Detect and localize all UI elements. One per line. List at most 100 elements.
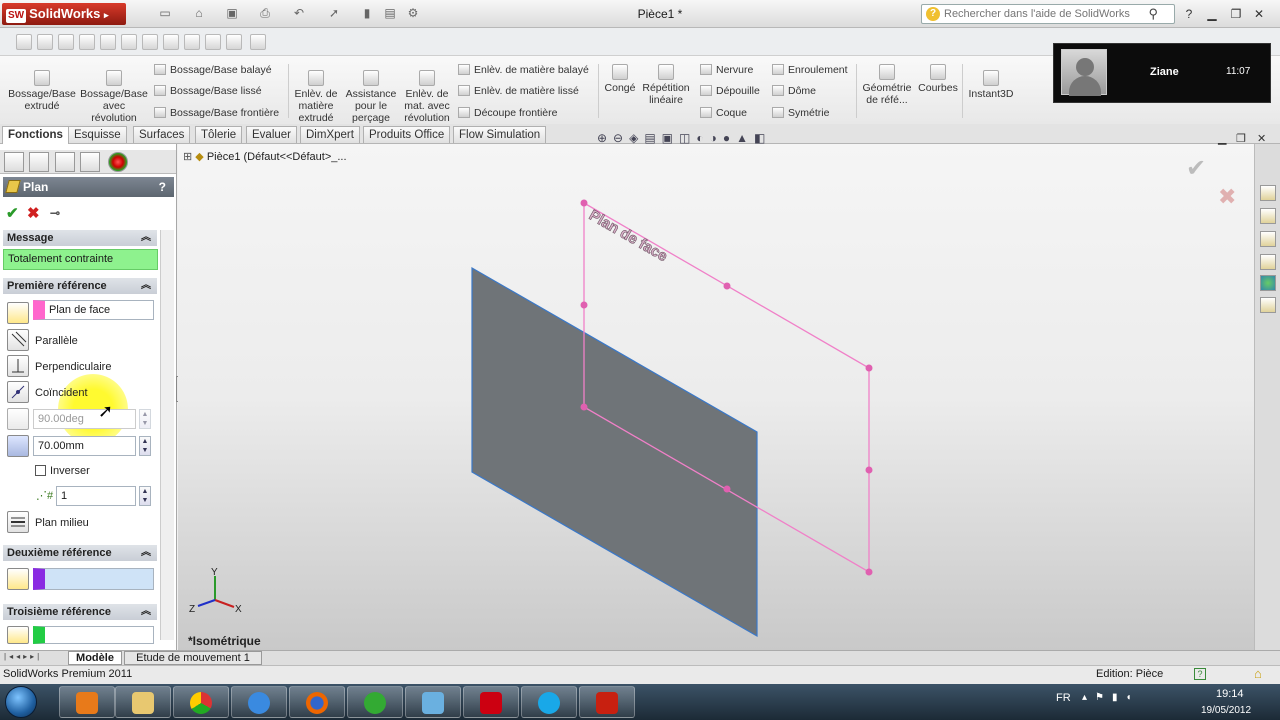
- toolbar-icon[interactable]: [163, 34, 179, 50]
- language-indicator[interactable]: FR: [1056, 692, 1071, 704]
- revolve-boss-button[interactable]: Bossage/Base avec révolution: [80, 70, 148, 124]
- tab-motion-study[interactable]: Etude de mouvement 1: [124, 651, 262, 665]
- parallel-icon[interactable]: [7, 329, 29, 351]
- toolbar-icon[interactable]: [250, 34, 266, 50]
- plane-label[interactable]: Plan de face: [586, 206, 671, 265]
- extrude-cut-button[interactable]: Enlèv. de matière extrudé: [292, 70, 340, 124]
- toolbar-icon[interactable]: [205, 34, 221, 50]
- front-plane[interactable]: [471, 266, 758, 638]
- taskbar-skype[interactable]: [521, 686, 577, 718]
- taskbar-explorer[interactable]: [115, 686, 171, 718]
- swept-boss-button[interactable]: Bossage/Base balayé: [154, 64, 272, 76]
- loft-cut-button[interactable]: Enlèv. de matière lissé: [458, 85, 579, 97]
- swept-cut-button[interactable]: Enlèv. de matière balayé: [458, 64, 589, 76]
- hole-wizard-button[interactable]: Assistance pour le perçage: [344, 70, 398, 124]
- tray-icons[interactable]: ▴⚑▮◖: [1082, 692, 1140, 703]
- draft-button[interactable]: Dépouille: [700, 85, 760, 97]
- dimxpert-manager-icon[interactable]: [80, 152, 100, 172]
- mid-plane-label[interactable]: Plan milieu: [35, 517, 89, 529]
- dome-button[interactable]: Dôme: [772, 85, 816, 97]
- perpendicular-label[interactable]: Perpendiculaire: [35, 361, 111, 373]
- toolbar-icon[interactable]: [100, 34, 116, 50]
- panel-help-button[interactable]: ?: [159, 177, 166, 197]
- clock-time[interactable]: 19:14: [1216, 688, 1244, 700]
- file-properties-icon[interactable]: ▤: [381, 5, 399, 22]
- taskbar-chrome[interactable]: [173, 686, 229, 718]
- solidworks-menu-button[interactable]: SW SolidWorks ▸: [2, 3, 126, 25]
- distance-spinner[interactable]: ▲ ▼: [139, 436, 151, 456]
- second-reference-header[interactable]: Deuxième référence ︽: [3, 545, 157, 561]
- status-tag-icon[interactable]: ⌂: [1254, 666, 1262, 681]
- boundary-boss-button[interactable]: Bossage/Base frontière: [154, 107, 279, 119]
- toolbar-icon[interactable]: [142, 34, 158, 50]
- select-icon[interactable]: ➚: [325, 5, 343, 22]
- taskbar-utorrent[interactable]: [347, 686, 403, 718]
- taskbar-solidworks[interactable]: [579, 686, 635, 718]
- new-file-icon[interactable]: ▭: [156, 5, 174, 22]
- plane-handle[interactable]: [865, 364, 873, 372]
- toolbar-icon[interactable]: [121, 34, 137, 50]
- appearances-icon[interactable]: [1260, 275, 1276, 291]
- ok-check-icon[interactable]: ✔: [6, 204, 19, 222]
- taskbar-acrobat[interactable]: [463, 686, 519, 718]
- coincident-label[interactable]: Coïncident: [35, 387, 88, 399]
- display-manager-icon[interactable]: [108, 152, 128, 172]
- print-icon[interactable]: ⎙: [256, 5, 274, 22]
- viewport-restore-button[interactable]: ❐: [1236, 132, 1246, 145]
- extrude-boss-button[interactable]: Bossage/Base extrudé: [4, 70, 80, 112]
- status-help-icon[interactable]: ?: [1194, 668, 1206, 680]
- tab-esquisse[interactable]: Esquisse: [68, 126, 127, 143]
- tab-flow-simulation[interactable]: Flow Simulation: [453, 126, 547, 143]
- mirror-button[interactable]: Symétrie: [772, 107, 829, 119]
- revolve-cut-button[interactable]: Enlèv. de mat. avec révolution: [400, 70, 454, 124]
- taskbar-media-player[interactable]: [59, 686, 115, 718]
- pin-icon[interactable]: ⊸: [50, 206, 60, 220]
- coincident-icon[interactable]: [7, 381, 29, 403]
- restore-button[interactable]: ❐: [1227, 5, 1245, 23]
- wrap-button[interactable]: Enroulement: [772, 64, 848, 76]
- rib-button[interactable]: Nervure: [700, 64, 753, 76]
- first-reference-field[interactable]: Plan de face: [33, 300, 154, 320]
- plane-handle[interactable]: [723, 282, 731, 290]
- shell-button[interactable]: Coque: [700, 107, 747, 119]
- plane-handle[interactable]: [723, 485, 731, 493]
- third-reference-field[interactable]: [33, 626, 154, 644]
- save-icon[interactable]: ▣: [223, 5, 241, 22]
- cancel-x-icon[interactable]: ✖: [27, 204, 40, 222]
- instant3d-button[interactable]: Instant3D: [964, 70, 1018, 100]
- instances-spinner[interactable]: ▲ ▼: [139, 486, 151, 506]
- boundary-cut-button[interactable]: Découpe frontière: [458, 107, 557, 119]
- toolbar-icon[interactable]: [16, 34, 32, 50]
- taskbar-firefox[interactable]: [289, 686, 345, 718]
- rebuild-icon[interactable]: ▮: [358, 5, 376, 22]
- first-reference-header[interactable]: Première référence ︽: [3, 278, 157, 294]
- curves-button[interactable]: Courbes: [916, 64, 960, 94]
- view-palette-icon[interactable]: [1260, 254, 1276, 270]
- toolbar-icon[interactable]: [79, 34, 95, 50]
- help-search-input[interactable]: [944, 7, 1144, 21]
- panel-scrollbar[interactable]: [160, 230, 174, 640]
- distance-icon[interactable]: [7, 435, 29, 457]
- toolbar-icon[interactable]: [226, 34, 242, 50]
- message-section-header[interactable]: Message ︽: [3, 230, 157, 246]
- clock-date[interactable]: 19/05/2012: [1201, 705, 1251, 716]
- undo-icon[interactable]: ↶: [290, 5, 308, 22]
- property-manager-icon[interactable]: [29, 152, 49, 172]
- help-search-box[interactable]: ? ⚲: [921, 4, 1175, 24]
- tab-scroll-arrows[interactable]: |◂◂▸▸|: [4, 652, 62, 664]
- tab-produits-office[interactable]: Produits Office: [363, 126, 451, 143]
- design-library-icon[interactable]: [1260, 208, 1276, 224]
- open-file-icon[interactable]: ⌂: [190, 5, 208, 22]
- resources-home-icon[interactable]: [1260, 185, 1276, 201]
- toolbar-icon[interactable]: [184, 34, 200, 50]
- tab-tolerie[interactable]: Tôlerie: [195, 126, 243, 143]
- tab-evaluer[interactable]: Evaluer: [246, 126, 297, 143]
- taskbar-internet-explorer[interactable]: [231, 686, 287, 718]
- taskbar-messenger[interactable]: [405, 686, 461, 718]
- mid-plane-icon[interactable]: [7, 511, 29, 533]
- custom-properties-icon[interactable]: [1260, 297, 1276, 313]
- fillet-button[interactable]: Congé: [602, 64, 638, 94]
- perpendicular-icon[interactable]: [7, 355, 29, 377]
- tab-dimxpert[interactable]: DimXpert: [300, 126, 360, 143]
- close-button[interactable]: ✕: [1250, 5, 1268, 23]
